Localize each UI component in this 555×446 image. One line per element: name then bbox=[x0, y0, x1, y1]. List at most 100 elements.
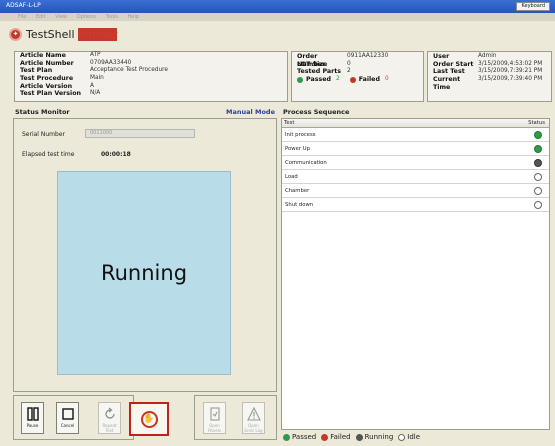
order-info-panel: Order Number 0911AA12330 LOT Size 0 Tested… bbox=[291, 51, 424, 102]
test-plan-label: Test Plan bbox=[20, 67, 53, 75]
table-row[interactable]: Communication bbox=[282, 156, 549, 170]
test-procedure-value: Main bbox=[90, 75, 104, 82]
process-sequence-table: Test Status Init process Power Up Commun… bbox=[281, 118, 550, 430]
legend-running: Running bbox=[364, 433, 394, 441]
menu-item-edit[interactable]: Edit bbox=[36, 14, 46, 20]
test-procedure-label: Test Procedure bbox=[20, 75, 74, 83]
failed-icon bbox=[349, 76, 356, 83]
passed-status-icon bbox=[534, 145, 542, 153]
article-number-label: Article Number bbox=[20, 59, 74, 67]
status-monitor-panel: Serial Number 0011000 Elapsed test time … bbox=[13, 118, 277, 392]
lot-size-label: LOT Size bbox=[297, 60, 328, 68]
menu-bar: File Edit View Options Tools Help bbox=[0, 13, 555, 21]
user-value: Admin bbox=[478, 53, 497, 59]
passed-status-icon bbox=[534, 131, 542, 139]
table-row[interactable]: Load bbox=[282, 170, 549, 184]
pause-button[interactable]: Pause bbox=[21, 402, 44, 434]
order-start-value: 3/15/2009,4:53:02 PM bbox=[478, 60, 543, 67]
app-title: TestShell Runner bbox=[26, 27, 118, 41]
serial-number-label: Serial Number bbox=[22, 131, 65, 138]
running-status-icon bbox=[534, 159, 542, 167]
status-monitor-title: Status Monitor bbox=[15, 108, 70, 116]
article-info-panel: Article Name ATP Article Number 0709AA3344… bbox=[14, 51, 288, 102]
table-row[interactable]: Chamber bbox=[282, 184, 549, 198]
test-plan-value: Acceptance Test Procedure bbox=[90, 67, 168, 74]
order-number-value: 0911AA12330 bbox=[347, 53, 389, 59]
elapsed-time-value: 00:00:18 bbox=[101, 151, 131, 158]
test-name: Power Up bbox=[285, 146, 310, 152]
test-plan-version-value: N/A bbox=[90, 90, 101, 97]
app-logo-icon: ✦ bbox=[9, 27, 22, 41]
status-monitor-header: Status Monitor Manual Mode bbox=[15, 107, 275, 117]
column-header-status: Status bbox=[528, 120, 545, 126]
cancel-label: Cancel bbox=[60, 423, 75, 428]
serial-number-row: Serial Number 0011000 bbox=[22, 129, 195, 138]
menu-item-options[interactable]: Options bbox=[77, 14, 96, 20]
elapsed-time-row: Elapsed test time 00:00:18 bbox=[22, 151, 131, 158]
pass-fail-summary: Passed 2 Failed 0 bbox=[292, 76, 423, 84]
process-sequence-title: Process Sequence bbox=[283, 108, 350, 116]
menu-item-view[interactable]: View bbox=[55, 14, 67, 20]
failed-label: Failed bbox=[358, 76, 380, 84]
open-panels-label: Open Panels bbox=[208, 423, 221, 433]
idle-status-icon bbox=[534, 201, 542, 209]
order-start-label: Order Start bbox=[433, 60, 474, 68]
running-legend-icon bbox=[355, 433, 363, 441]
hand-stop-icon: ✋ bbox=[140, 410, 158, 428]
tested-parts-label: Tested Parts bbox=[297, 68, 342, 76]
test-name: Shut down bbox=[285, 202, 314, 208]
menu-item-help[interactable]: Help bbox=[128, 14, 139, 20]
test-name: Chamber bbox=[285, 188, 310, 194]
menu-item-file[interactable]: File bbox=[18, 14, 26, 20]
cancel-button[interactable]: Cancel bbox=[56, 402, 79, 434]
keyboard-button[interactable]: Keyboard bbox=[516, 2, 550, 11]
passed-legend-icon bbox=[283, 433, 290, 441]
last-test-value: 3/15/2009,7:39:21 PM bbox=[478, 68, 543, 75]
legend-passed: Passed bbox=[292, 433, 317, 441]
idle-status-icon bbox=[534, 173, 542, 181]
repeat-test-label: Repeat Test bbox=[102, 423, 117, 433]
open-error-log-label: Open Error Log bbox=[244, 423, 263, 433]
lot-size-value: 0 bbox=[347, 60, 351, 67]
app-title-accent: Runner bbox=[78, 27, 118, 41]
last-test-label: Last Test bbox=[433, 68, 465, 76]
table-header: Test Status bbox=[282, 119, 549, 128]
repeat-icon bbox=[104, 407, 115, 419]
table-row[interactable]: Shut down bbox=[282, 198, 549, 212]
window-titlebar: ADSAF-L-LP Keyboard bbox=[0, 0, 555, 13]
legend-idle: Idle bbox=[407, 433, 421, 441]
pause-icon bbox=[26, 407, 39, 421]
elapsed-time-label: Elapsed test time bbox=[22, 151, 75, 158]
pause-label: Pause bbox=[26, 423, 39, 428]
tested-parts-value: 2 bbox=[347, 68, 351, 75]
stop-square-icon bbox=[61, 408, 74, 420]
table-row[interactable]: Power Up bbox=[282, 142, 549, 156]
test-name: Init process bbox=[285, 132, 316, 138]
column-header-test: Test bbox=[284, 120, 295, 126]
failed-legend-icon bbox=[321, 433, 329, 441]
repeat-test-button[interactable]: Repeat Test bbox=[98, 402, 121, 434]
open-panels-button[interactable]: Open Panels bbox=[203, 402, 226, 434]
process-sequence-header: Process Sequence bbox=[283, 107, 548, 117]
passed-icon bbox=[297, 76, 303, 83]
test-status-display: Running bbox=[57, 171, 231, 375]
tools-group: Open Panels Open Error Log bbox=[194, 395, 277, 440]
test-plan-version-label: Test Plan Version bbox=[20, 90, 81, 98]
idle-legend-icon bbox=[398, 433, 406, 441]
article-name-value: ATP bbox=[90, 52, 101, 58]
passed-label: Passed bbox=[306, 76, 331, 84]
table-row[interactable]: Init process bbox=[282, 128, 549, 142]
user-label: User bbox=[433, 53, 450, 60]
panel-icon bbox=[209, 407, 220, 421]
article-name-label: Article Name bbox=[20, 52, 66, 59]
warning-icon bbox=[246, 407, 261, 421]
failed-count: 0 bbox=[384, 76, 389, 83]
emergency-stop-button[interactable]: ✋ bbox=[129, 402, 169, 436]
user-info-panel: User Admin Order Start 3/15/2009,4:53:02 P… bbox=[427, 51, 552, 102]
menu-item-tools[interactable]: Tools bbox=[106, 14, 118, 20]
open-error-log-button[interactable]: Open Error Log bbox=[242, 402, 265, 434]
current-time-value: 3/15/2009,7:39:40 PM bbox=[478, 76, 543, 83]
serial-number-field[interactable]: 0011000 bbox=[85, 129, 195, 138]
app-title-main: TestShell bbox=[26, 27, 75, 41]
legend-failed: Failed bbox=[330, 433, 351, 441]
